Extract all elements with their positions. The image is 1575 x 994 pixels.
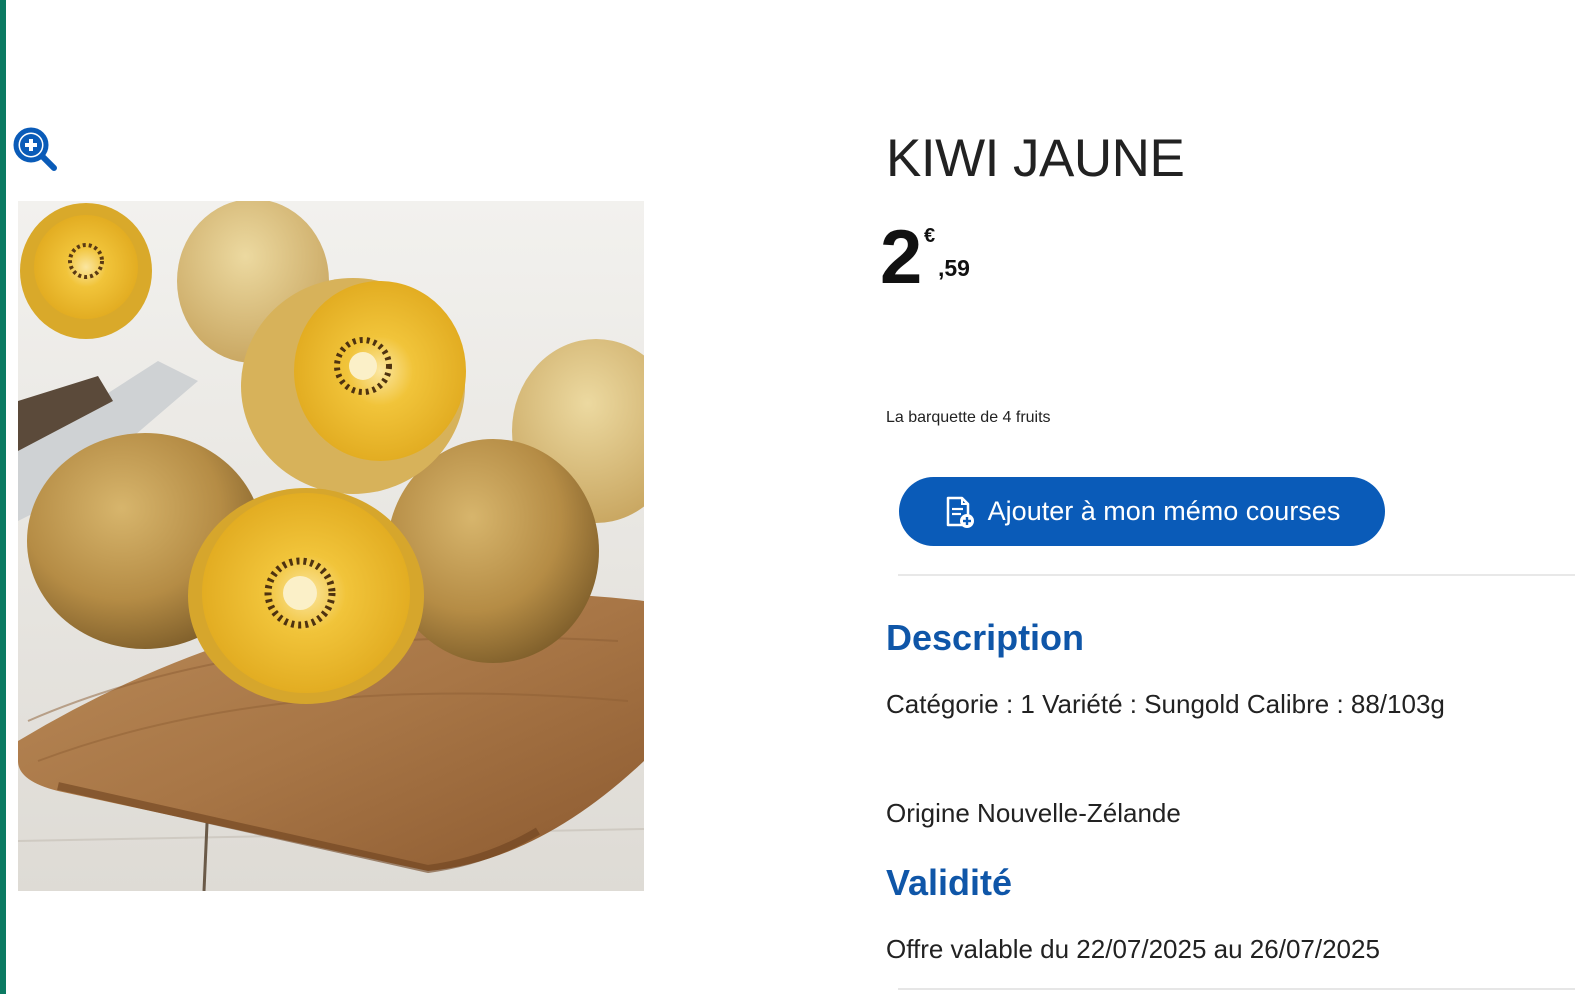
description-heading: Description xyxy=(886,617,1085,658)
validity-heading: Validité xyxy=(886,862,1013,903)
product-image[interactable] xyxy=(18,201,644,891)
zoom-button[interactable] xyxy=(12,126,58,172)
memo-list-add-icon xyxy=(946,496,974,528)
kiwi-photo xyxy=(18,201,644,891)
unit-description: La barquette de 4 fruits xyxy=(886,409,1051,426)
add-to-memo-button[interactable]: Ajouter à mon mémo courses xyxy=(899,477,1385,546)
left-edge-stripe xyxy=(0,0,6,994)
product-title: KIWI JAUNE xyxy=(886,129,1185,188)
price-currency: € xyxy=(924,225,936,247)
price-decimal: ,59 xyxy=(938,255,970,281)
description-line-origin: Origine Nouvelle-Zélande xyxy=(886,798,1181,828)
description-line-category: Catégorie : 1 Variété : Sungold Calibre … xyxy=(886,689,1445,719)
section-divider xyxy=(898,574,1575,576)
zoom-in-icon xyxy=(13,127,57,171)
price-integer: 2 xyxy=(880,215,922,300)
validity-text: Offre valable du 22/07/2025 au 26/07/202… xyxy=(886,934,1380,964)
bottom-divider xyxy=(898,988,1575,990)
add-to-memo-label: Ajouter à mon mémo courses xyxy=(987,496,1341,526)
